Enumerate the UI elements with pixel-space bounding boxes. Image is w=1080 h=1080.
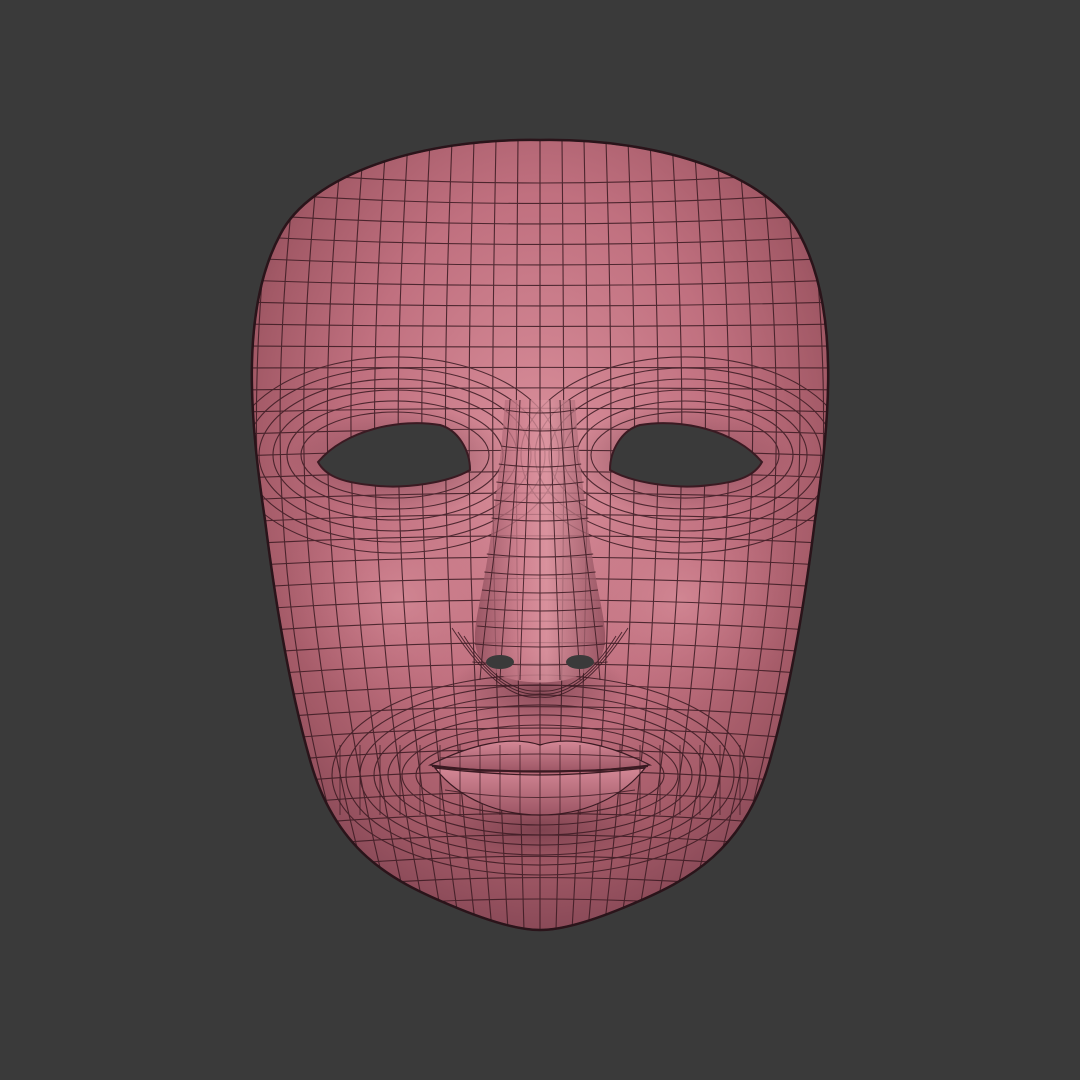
mask-render	[250, 138, 830, 932]
lip-wireframe	[339, 745, 741, 815]
render-viewport	[0, 0, 1080, 1080]
right-nostril	[566, 655, 594, 669]
left-nostril	[486, 655, 514, 669]
